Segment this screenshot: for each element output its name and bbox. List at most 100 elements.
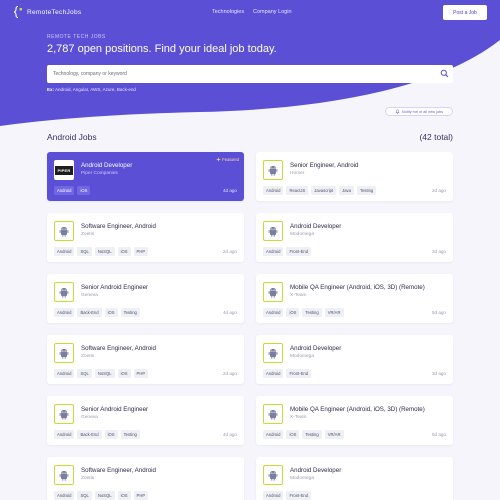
search-box: [47, 65, 453, 83]
tech-tag[interactable]: Javascript: [311, 186, 337, 195]
job-title[interactable]: Android Developer: [290, 223, 341, 230]
job-company: Geneva: [81, 293, 98, 298]
job-company: Homer: [290, 171, 305, 176]
tech-tag[interactable]: iOS: [117, 247, 131, 256]
job-card[interactable]: Mobile QA Engineer (Android, iOS, 3D) (R…: [256, 274, 453, 323]
tag-list: Android Back-End iOS Testing: [54, 308, 143, 317]
tech-tag[interactable]: Android: [263, 308, 284, 317]
tag-list: Android SQL NoSQL iOS PHP: [54, 247, 151, 256]
job-card[interactable]: PIPER Featured Android Developer Piper Comp…: [47, 152, 244, 201]
examples-list[interactable]: Android, Angular, AWS, Azure, Back-end: [55, 87, 136, 92]
tech-tag[interactable]: Java: [339, 186, 354, 195]
tech-tag[interactable]: Android: [54, 186, 75, 195]
tech-tag[interactable]: Testing: [302, 308, 322, 317]
search-icon[interactable]: [440, 69, 449, 78]
job-title[interactable]: Mobile QA Engineer (Android, iOS, 3D) (R…: [290, 406, 425, 413]
job-card[interactable]: Android Developer Modomega Android Front-En…: [256, 457, 453, 500]
tech-tag[interactable]: Android: [263, 186, 284, 195]
tech-tag[interactable]: Android: [263, 491, 284, 500]
tech-tag[interactable]: PHP: [133, 491, 149, 500]
tech-tag[interactable]: Testing: [120, 430, 140, 439]
tag-list: Android Front-End: [263, 247, 314, 256]
android-icon: [268, 288, 278, 298]
tag-list: Android iOS: [54, 186, 93, 195]
job-card[interactable]: Mobile QA Engineer (Android, iOS, 3D) (R…: [256, 396, 453, 445]
featured-badge: Featured: [215, 157, 239, 162]
job-title[interactable]: Software Engineer, Android: [81, 467, 156, 474]
tech-tag[interactable]: SQL: [77, 247, 92, 256]
tech-tag[interactable]: Front-End: [286, 369, 312, 378]
company-logo: [54, 221, 74, 241]
tech-tag[interactable]: iOS: [77, 186, 91, 195]
tech-tag[interactable]: Android: [54, 491, 75, 500]
tech-tag[interactable]: Front-End: [286, 491, 312, 500]
job-card[interactable]: Android Developer Modomega Android Front-En…: [256, 335, 453, 384]
android-icon: [59, 349, 69, 359]
job-title[interactable]: Mobile QA Engineer (Android, iOS, 3D) (R…: [290, 284, 425, 291]
job-title[interactable]: Android Developer: [81, 162, 132, 169]
android-icon: [59, 288, 69, 298]
tech-tag[interactable]: Front-End: [286, 247, 312, 256]
tech-tag[interactable]: iOS: [117, 491, 131, 500]
post-job-button[interactable]: Post a Job: [443, 5, 487, 20]
job-card[interactable]: Senior Android Engineer Geneva Android Back…: [47, 274, 244, 323]
tag-list: Android iOS Testing VR/AR: [263, 430, 347, 439]
tech-tag[interactable]: Back-End: [77, 308, 102, 317]
job-title[interactable]: Senior Engineer, Android: [290, 162, 358, 169]
tech-tag[interactable]: Android: [54, 430, 75, 439]
tech-tag[interactable]: ReactJS: [286, 186, 309, 195]
tech-tag[interactable]: Android: [54, 308, 75, 317]
job-company: X-Team: [290, 415, 307, 420]
tech-tag[interactable]: Testing: [356, 186, 377, 195]
tech-tag[interactable]: SQL: [77, 369, 92, 378]
tech-tag[interactable]: NoSQL: [94, 369, 115, 378]
job-card[interactable]: Android Developer Modomega Android Front-En…: [256, 213, 453, 262]
job-title[interactable]: Android Developer: [290, 345, 341, 352]
notify-button[interactable]: Notify me of all new jobs: [385, 107, 453, 116]
tech-tag[interactable]: Testing: [120, 308, 140, 317]
tech-tag[interactable]: Back-End: [77, 430, 102, 439]
tech-tag[interactable]: NoSQL: [94, 491, 115, 500]
tech-tag[interactable]: iOS: [117, 369, 131, 378]
job-title[interactable]: Software Engineer, Android: [81, 223, 156, 230]
tech-tag[interactable]: iOS: [104, 308, 118, 317]
posted-ago: 3d ago: [431, 249, 446, 254]
tech-tag[interactable]: iOS: [104, 430, 118, 439]
tech-tag[interactable]: VR/AR: [324, 308, 344, 317]
search-input[interactable]: [53, 68, 433, 80]
tech-tag[interactable]: Android: [54, 247, 75, 256]
job-title[interactable]: Senior Android Engineer: [81, 284, 148, 291]
tech-tag[interactable]: iOS: [286, 430, 300, 439]
job-card[interactable]: Senior Android Engineer Geneva Android Back…: [47, 396, 244, 445]
job-title[interactable]: Software Engineer, Android: [81, 345, 156, 352]
job-card[interactable]: Software Engineer, Android Zoetis Android S…: [47, 335, 244, 384]
job-title[interactable]: Android Developer: [290, 467, 341, 474]
job-company: Modomega: [290, 476, 314, 481]
tech-tag[interactable]: PHP: [133, 247, 149, 256]
company-logo: [54, 282, 74, 302]
site-logo[interactable]: RemoteTechJobs: [14, 6, 81, 18]
tech-tag[interactable]: Android: [263, 430, 284, 439]
tech-tag[interactable]: SQL: [77, 491, 92, 500]
tech-tag[interactable]: PHP: [133, 369, 149, 378]
job-card[interactable]: Software Engineer, Android Zoetis Android S…: [47, 457, 244, 500]
tech-tag[interactable]: Testing: [302, 430, 322, 439]
tech-tag[interactable]: NoSQL: [94, 247, 115, 256]
tech-tag[interactable]: Android: [263, 369, 284, 378]
job-title[interactable]: Senior Android Engineer: [81, 406, 148, 413]
nav-technologies[interactable]: Technologies: [212, 9, 244, 15]
tag-list: Android Back-End iOS Testing: [54, 430, 143, 439]
job-card[interactable]: Senior Engineer, Android Homer Android Reac…: [256, 152, 453, 201]
job-card[interactable]: Software Engineer, Android Zoetis Android S…: [47, 213, 244, 262]
posted-ago: 5d ago: [431, 432, 446, 437]
sparkle-icon: [215, 157, 221, 162]
tech-tag[interactable]: VR/AR: [324, 430, 344, 439]
nav-company-login[interactable]: Company Login: [253, 9, 292, 15]
tech-tag[interactable]: Android: [54, 369, 75, 378]
android-icon: [268, 471, 278, 481]
tech-tag[interactable]: iOS: [286, 308, 300, 317]
tech-tag[interactable]: Android: [263, 247, 284, 256]
posted-ago: 4d ago: [222, 310, 237, 315]
android-icon: [268, 349, 278, 359]
logo-text: RemoteTechJobs: [27, 8, 82, 16]
